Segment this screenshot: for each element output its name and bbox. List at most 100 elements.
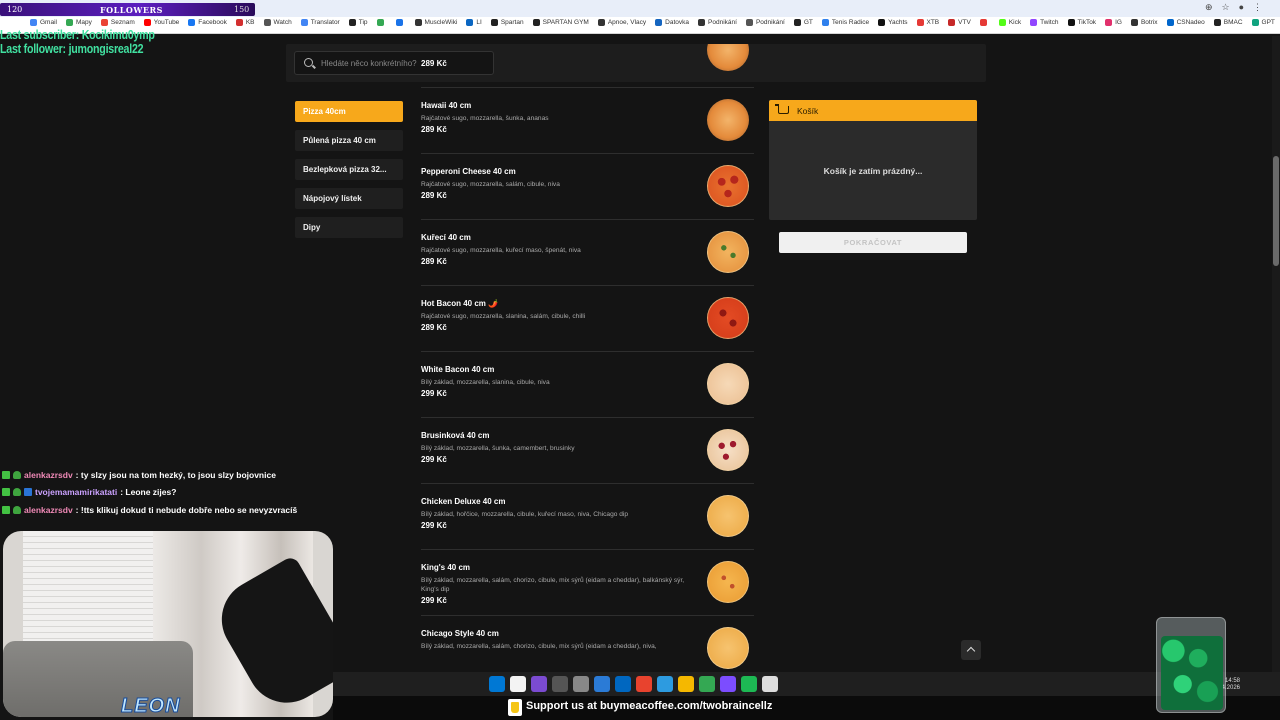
taskbar-app-icon[interactable]	[531, 676, 547, 692]
menu-item[interactable]: Chicken Deluxe 40 cm Bílý základ, hořčice…	[421, 484, 754, 550]
category-drinks[interactable]: Nápojový lístek	[295, 188, 403, 209]
bookmark-item[interactable]	[979, 19, 990, 26]
menu-item[interactable]: Brusinková 40 cm Bílý základ, mozzarella,…	[421, 418, 754, 484]
taskbar-app-icon[interactable]	[678, 676, 694, 692]
taskbar-app-icon[interactable]	[741, 676, 757, 692]
taskbar-app-icon[interactable]	[552, 676, 568, 692]
bookmark-item[interactable]: Tip	[348, 19, 368, 26]
bookmark-item[interactable]: LI	[466, 19, 482, 26]
profile-icon[interactable]: ●	[1239, 2, 1244, 13]
item-description: Rajčatové sugo, mozzarella, kuřecí maso,…	[421, 247, 581, 254]
bookmark-item[interactable]: Botrix	[1130, 19, 1158, 26]
bookmark-label: MuscleWiki	[424, 19, 458, 26]
bookmark-item[interactable]	[376, 19, 387, 26]
star-icon[interactable]: ☆	[1221, 2, 1229, 13]
bookmark-item[interactable]: SPARTAN GYM	[532, 19, 589, 26]
item-name: Brusinková 40 cm	[421, 431, 490, 440]
taskbar-app-icon[interactable]	[489, 676, 505, 692]
extensions-icon[interactable]: ⊕	[1205, 2, 1213, 13]
bookmark-label: IG	[1115, 19, 1122, 26]
item-price: 299 Kč	[421, 455, 447, 464]
bookmark-favicon-icon	[376, 19, 384, 26]
bookmark-label: BMAC	[1223, 19, 1243, 26]
taskbar-app-icon[interactable]	[510, 676, 526, 692]
scrollbar-thumb[interactable]	[1273, 156, 1279, 266]
bookmark-item[interactable]: Gmail	[30, 19, 57, 26]
bookmark-item[interactable]: Datovka	[655, 19, 689, 26]
menu-item[interactable]: 289 Kč	[421, 44, 754, 88]
chat-username: tvojemamamirikatati	[35, 487, 118, 498]
continue-button[interactable]: POKRAČOVAT	[779, 232, 967, 253]
jar-contents	[1161, 636, 1223, 710]
bookmark-item[interactable]: Kick	[998, 19, 1021, 26]
taskbar-app-icon[interactable]	[636, 676, 652, 692]
bookmark-item[interactable]: Twitch	[1030, 19, 1059, 26]
bookmark-label: TikTok	[1077, 19, 1097, 26]
taskbar-app-icon[interactable]	[573, 676, 589, 692]
bookmark-item[interactable]: VTV	[948, 19, 971, 26]
bookmark-label: Mapy	[75, 19, 92, 26]
bookmark-item[interactable]: Facebook	[188, 19, 227, 26]
scroll-to-top-button[interactable]	[961, 640, 981, 660]
bookmark-item[interactable]: Seznam	[100, 19, 135, 26]
taskbar-app-icon[interactable]	[720, 676, 736, 692]
bookmark-favicon-icon	[414, 19, 422, 26]
menu-item[interactable]: King's 40 cm Bílý základ, mozzarella, sal…	[421, 550, 754, 616]
menu-icon[interactable]: ⋮	[1253, 2, 1262, 13]
menu-item[interactable]: Pepperoni Cheese 40 cm Rajčatové sugo, mo…	[421, 154, 754, 220]
bookmark-label: Podnikání	[755, 19, 785, 26]
bookmark-item[interactable]: Translator	[300, 19, 340, 26]
bookmark-item[interactable]: Watch	[263, 19, 292, 26]
menu-item[interactable]: Chicago Style 40 cm Bílý základ, mozzarel…	[421, 616, 754, 672]
category-gluten-free[interactable]: Bezlepková pizza 32...	[295, 159, 403, 180]
bookmark-favicon-icon	[948, 19, 956, 26]
menu-item[interactable]: White Bacon 40 cm Bílý základ, mozzarella…	[421, 352, 754, 418]
item-name: King's 40 cm	[421, 563, 471, 572]
taskbar-app-icon[interactable]	[657, 676, 673, 692]
bookmark-item[interactable]: Podnikání	[745, 19, 785, 26]
pizza-image	[707, 363, 749, 405]
category-half-pizza[interactable]: Půlená pizza 40 cm	[295, 130, 403, 151]
bookmark-item[interactable]: IG	[1105, 19, 1122, 26]
bookmark-item[interactable]: BMAC	[1213, 19, 1243, 26]
bookmark-item[interactable]: Tenis Radice	[821, 19, 869, 26]
category-dips[interactable]: Dipy	[295, 217, 403, 238]
cart-icon	[775, 104, 789, 114]
bookmark-item[interactable]: Spartan	[490, 19, 524, 26]
bookmark-item[interactable]: TikTok	[1067, 19, 1097, 26]
bookmark-label: YouTube	[153, 19, 180, 26]
item-description: Rajčatové sugo, mozzarella, salám, cibul…	[421, 181, 560, 188]
search-icon	[304, 58, 313, 67]
page-scrollbar[interactable]	[1272, 36, 1280, 672]
taskbar-app-icon[interactable]	[615, 676, 631, 692]
bookmark-label: Translator	[310, 19, 340, 26]
chat-message: tvojemamamirikatati: Leone zijes?	[0, 482, 330, 500]
bookmark-item[interactable]: MuscleWiki	[414, 19, 458, 26]
item-description: Rajčatové sugo, mozzarella, slanina, sal…	[421, 313, 586, 320]
bookmark-item[interactable]: Apnoe, Vlacy	[597, 19, 646, 26]
bookmark-favicon-icon	[466, 19, 474, 26]
taskbar-app-icon[interactable]	[762, 676, 778, 692]
bookmark-item[interactable]: Mapy	[65, 19, 92, 26]
bookmark-item[interactable]: GT	[793, 19, 813, 26]
category-pizza-40[interactable]: Pizza 40cm	[295, 101, 403, 122]
bookmark-item[interactable]: GPT	[1251, 19, 1275, 26]
bookmark-favicon-icon	[348, 19, 356, 26]
bookmark-label: Seznam	[110, 19, 135, 26]
bookmark-item[interactable]: XTB	[916, 19, 939, 26]
menu-item[interactable]: Hawaii 40 cm Rajčatové sugo, mozzarella, …	[421, 88, 754, 154]
tip-jar-overlay	[1156, 617, 1226, 713]
taskbar-app-icon[interactable]	[699, 676, 715, 692]
bookmark-favicon-icon	[1105, 19, 1113, 26]
bookmark-item[interactable]	[395, 19, 406, 26]
menu-item[interactable]: Hot Bacon 40 cm 🌶️ Rajčatové sugo, mozzar…	[421, 286, 754, 352]
bookmark-item[interactable]: YouTube	[143, 19, 180, 26]
bookmark-item[interactable]: KB	[235, 19, 255, 26]
bookmark-item[interactable]: Podnikání	[698, 19, 737, 26]
menu-item[interactable]: Kuřecí 40 cm Rajčatové sugo, mozzarella, …	[421, 220, 754, 286]
bookmark-item[interactable]: CSNadeo	[1166, 19, 1205, 26]
bookmark-label: Yachts	[888, 19, 908, 26]
bookmark-item[interactable]: Yachts	[878, 19, 908, 26]
taskbar-app-icon[interactable]	[594, 676, 610, 692]
browser-toolbar-icons: ⊕ ☆ ● ⋮	[1205, 2, 1262, 13]
